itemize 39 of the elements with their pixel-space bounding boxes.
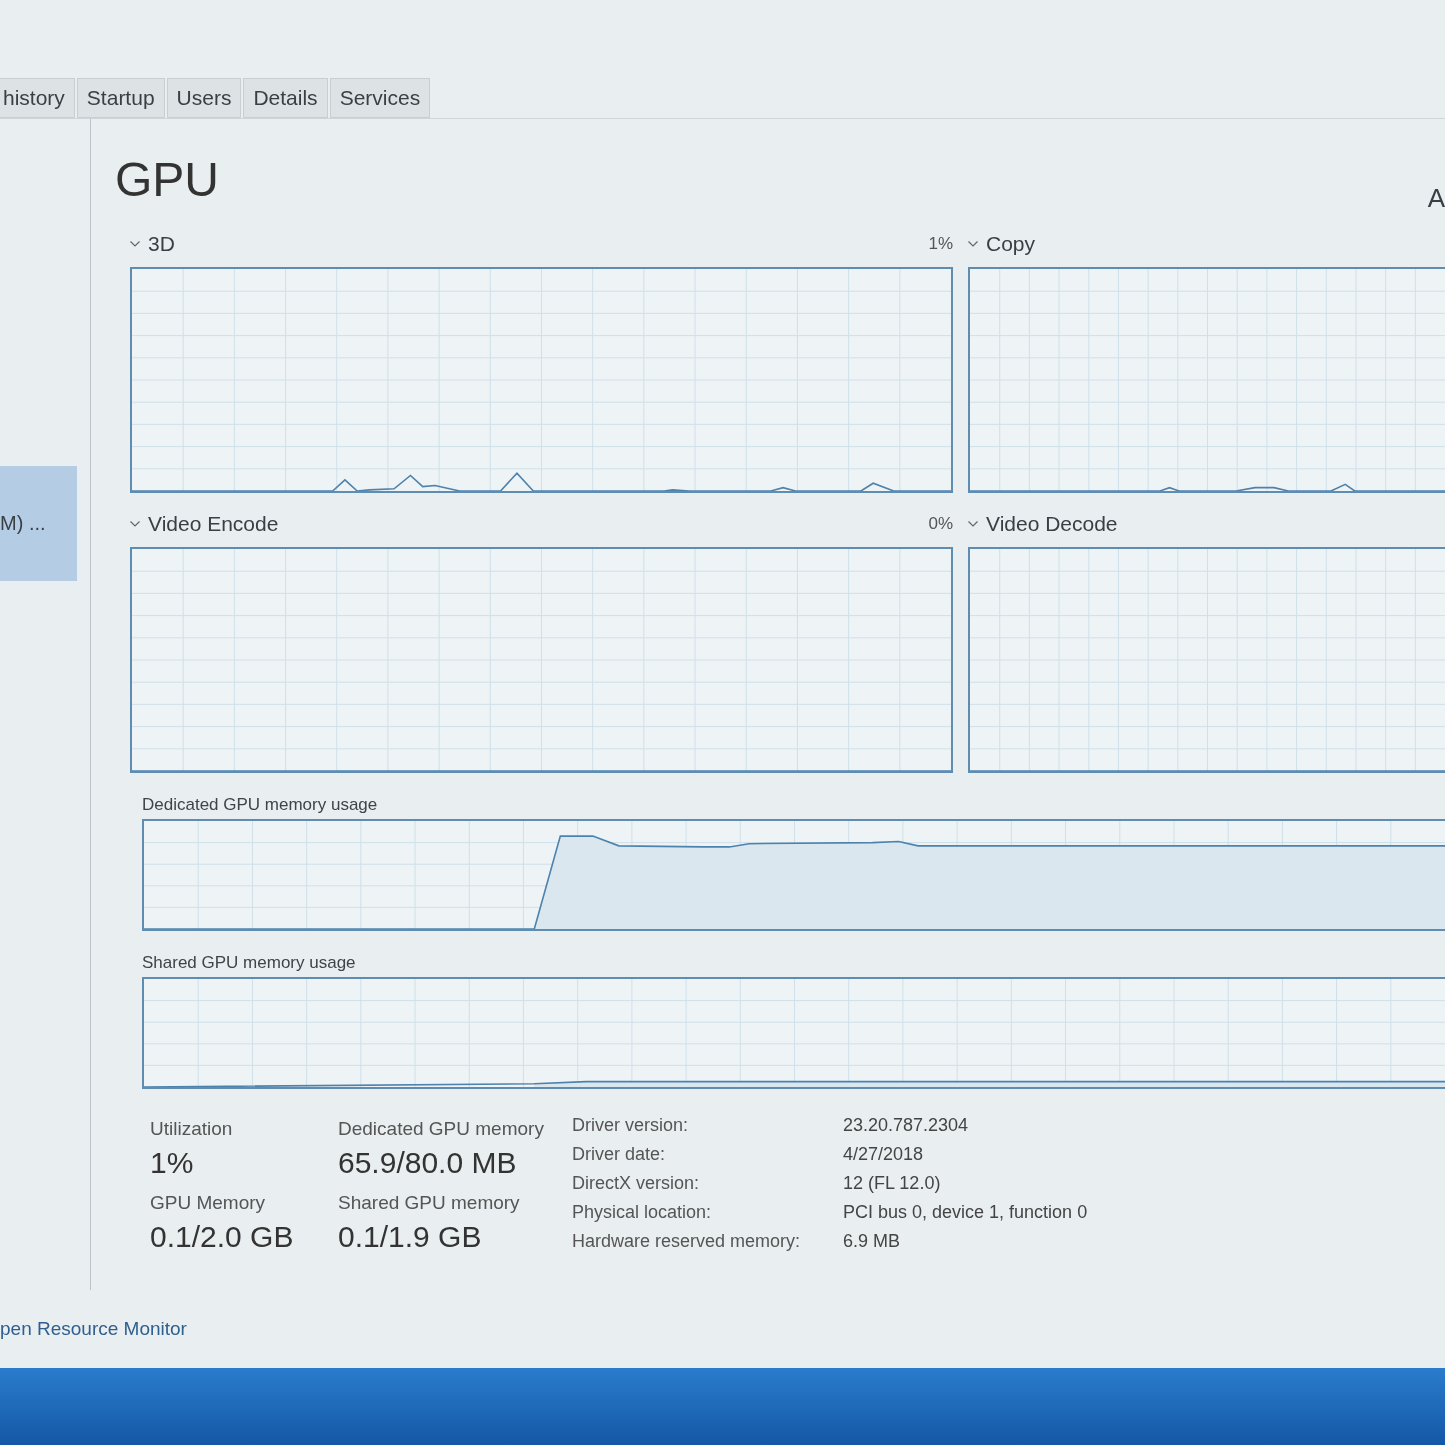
chevron-icon xyxy=(130,241,140,247)
detail-label: Driver date: xyxy=(572,1144,667,1165)
sidebar-item[interactable]: M) ... xyxy=(0,466,77,581)
detail-label: DirectX version: xyxy=(572,1173,701,1194)
tab[interactable]: Services xyxy=(329,78,431,118)
detail-value: 4/27/2018 xyxy=(843,1144,925,1165)
page-title: GPU xyxy=(115,153,219,207)
engine-reading: 1% xyxy=(928,234,953,254)
chevron-icon xyxy=(130,521,140,527)
stat-value: 0.1/1.9 GB xyxy=(338,1219,483,1255)
detail-value: 6.9 MB xyxy=(843,1231,902,1252)
chevron-icon xyxy=(968,521,978,527)
engine-label: Copy xyxy=(986,232,1036,256)
graph-label: Dedicated GPU memory usage xyxy=(142,795,379,815)
tab[interactable]: Users xyxy=(166,78,242,118)
engine-label: Video Encode xyxy=(148,512,279,536)
detail-value: 23.20.787.2304 xyxy=(843,1115,970,1136)
graph-label: Shared GPU memory usage xyxy=(142,953,357,973)
stat-value: 1% xyxy=(150,1145,195,1181)
detail-value: 12 (FL 12.0) xyxy=(843,1173,942,1194)
chevron-icon xyxy=(968,241,978,247)
detail-label: Driver version: xyxy=(572,1115,690,1136)
engine-reading: 0% xyxy=(928,514,953,534)
stat-value: 0.1/2.0 GB xyxy=(150,1219,295,1255)
stat-label: GPU Memory xyxy=(150,1191,267,1215)
engine-label: 3D xyxy=(148,232,175,256)
detail-value: PCI bus 0, device 1, function 0 xyxy=(843,1202,1088,1223)
detail-label: Hardware reserved memory: xyxy=(572,1231,802,1252)
device-name-text: A xyxy=(1427,183,1445,213)
stat-label: Utilization xyxy=(150,1117,234,1141)
stat-label: Dedicated GPU memory xyxy=(338,1117,545,1141)
open-resource-monitor-link[interactable]: pen Resource Monitor xyxy=(0,1318,187,1341)
tab[interactable]: history xyxy=(0,78,75,118)
engine-label: Video Decode xyxy=(986,512,1118,536)
stat-label: Shared GPU memory xyxy=(338,1191,521,1215)
tab[interactable]: Details xyxy=(243,78,328,118)
stat-value: 65.9/80.0 MB xyxy=(338,1145,518,1181)
detail-label: Physical location: xyxy=(572,1202,713,1223)
tab[interactable]: Startup xyxy=(76,78,165,118)
